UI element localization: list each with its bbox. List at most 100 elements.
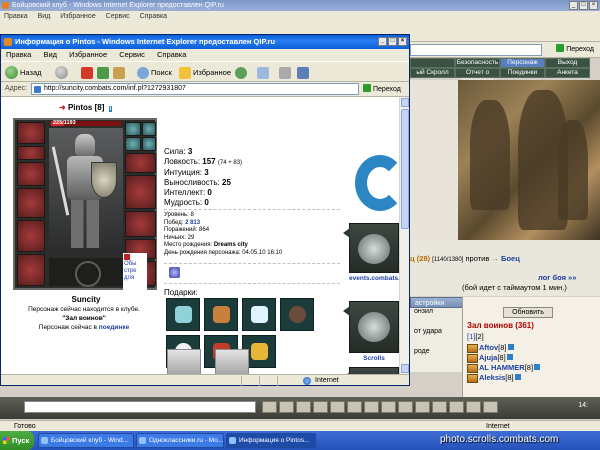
ring-slot[interactable] — [142, 137, 156, 151]
search-button[interactable]: Поиск — [137, 65, 172, 80]
print-button[interactable] — [279, 65, 291, 80]
tab-scroll[interactable]: ый Скролл — [410, 68, 455, 78]
list-item[interactable]: Ajuja[8] — [467, 353, 540, 363]
menu-tools[interactable]: Сервис — [106, 13, 130, 20]
action-icon[interactable] — [466, 401, 481, 413]
list-item[interactable]: Aleksis[8] — [467, 373, 540, 383]
maximize-button[interactable]: □ — [579, 1, 588, 10]
shield-slot[interactable] — [125, 175, 156, 209]
necklace-slot[interactable] — [17, 162, 45, 186]
menu-edit[interactable]: Правка — [6, 50, 31, 59]
banner[interactable] — [343, 367, 399, 374]
page-2-link[interactable]: [2] — [475, 332, 483, 341]
taskbar-item-odnoklassniki[interactable]: Одноклассники.ru - Мо... — [136, 433, 224, 448]
earring-slot[interactable] — [17, 146, 45, 160]
ring-slot[interactable] — [125, 122, 141, 136]
edit-button[interactable] — [297, 65, 309, 80]
address-input[interactable]: http://suncity.combats.com/inf.pl?127293… — [31, 83, 359, 95]
menu-favorites[interactable]: Избранное — [69, 50, 107, 59]
chat-input[interactable] — [24, 401, 256, 413]
info-icon[interactable] — [506, 354, 513, 360]
taskbar-item-fight-club[interactable]: Бойцовский клуб - Wind... — [38, 433, 134, 448]
action-icon[interactable] — [330, 401, 345, 413]
mail-button[interactable] — [257, 65, 269, 80]
tab-security[interactable]: Безопасность — [455, 58, 500, 68]
go-button[interactable]: Переход — [363, 84, 401, 93]
scrolls-banner[interactable] — [343, 301, 399, 353]
maximize-button[interactable]: □ — [388, 37, 397, 46]
tab-blank[interactable] — [410, 58, 455, 68]
info-icon[interactable] — [534, 364, 541, 370]
info-icon[interactable] — [514, 374, 521, 380]
ring-slot[interactable] — [142, 122, 156, 136]
tab-profile[interactable]: Анкета — [545, 68, 590, 78]
vertical-scrollbar[interactable] — [399, 97, 409, 374]
close-button[interactable]: × — [589, 1, 598, 10]
list-item[interactable]: Aftov[8] — [467, 343, 540, 353]
tab-character[interactable]: Персонаж — [500, 58, 545, 68]
action-icon[interactable] — [364, 401, 379, 413]
armor-slot[interactable] — [17, 220, 45, 252]
favorites-button[interactable]: Избранное — [179, 65, 231, 80]
badge-item[interactable] — [215, 349, 249, 374]
action-icon[interactable] — [262, 401, 277, 413]
gift-item[interactable] — [166, 298, 200, 331]
info-icon[interactable]: i — [108, 106, 113, 112]
gift-item[interactable] — [242, 298, 276, 331]
belt-slot[interactable] — [17, 254, 45, 286]
stop-button[interactable] — [81, 65, 93, 80]
events-banner[interactable] — [343, 223, 399, 273]
minimize-button[interactable]: _ — [378, 37, 387, 46]
action-icon[interactable] — [279, 401, 294, 413]
gift-item[interactable] — [204, 298, 238, 331]
menu-view[interactable]: Вид — [43, 50, 57, 59]
fight-link[interactable]: поединке — [99, 324, 129, 331]
background-go-button[interactable]: Переход — [556, 44, 594, 53]
opponent-link[interactable]: Боец — [501, 254, 520, 263]
taskbar-item-pintos-info[interactable]: Информация о Pintos... — [226, 433, 316, 448]
action-icon[interactable] — [432, 401, 447, 413]
tab-exit[interactable]: Выход — [545, 58, 590, 68]
background-address-input[interactable] — [410, 44, 542, 56]
forward-button[interactable] — [55, 65, 68, 80]
action-icon[interactable] — [415, 401, 430, 413]
menu-tools[interactable]: Сервис — [119, 50, 145, 59]
ring-slot[interactable] — [125, 137, 141, 151]
menu-view[interactable]: Вид — [38, 13, 51, 20]
gloves-slot[interactable] — [125, 153, 156, 173]
history-button[interactable] — [235, 65, 247, 80]
action-icon[interactable] — [313, 401, 328, 413]
menu-help[interactable]: Справка — [140, 13, 167, 20]
menu-help[interactable]: Справка — [157, 50, 186, 59]
combats-logo[interactable] — [355, 149, 399, 219]
action-icon[interactable] — [449, 401, 464, 413]
action-icon[interactable] — [381, 401, 396, 413]
action-icon[interactable] — [398, 401, 413, 413]
refresh-button[interactable] — [97, 65, 109, 80]
close-button[interactable]: × — [398, 37, 407, 46]
home-button[interactable] — [113, 65, 125, 80]
menu-favorites[interactable]: Избранное — [60, 13, 95, 20]
action-icon[interactable] — [347, 401, 362, 413]
info-icon[interactable] — [507, 344, 514, 350]
scroll-thumb[interactable] — [401, 109, 409, 229]
action-icon[interactable] — [483, 401, 498, 413]
scroll-up-button[interactable] — [401, 98, 409, 107]
tab-fights[interactable]: Поединки — [500, 68, 545, 78]
tab-transfer-report[interactable]: Отчет о переводах — [455, 68, 500, 84]
badge-item[interactable] — [167, 349, 201, 374]
team-count[interactable]: ц (28) — [410, 254, 430, 263]
scroll-down-button[interactable] — [401, 364, 409, 373]
events-link[interactable]: events.combats. — [349, 275, 399, 282]
alignment-icon[interactable] — [169, 267, 180, 278]
weapon-slot[interactable] — [17, 188, 45, 218]
battle-log-link[interactable]: лог боя »» — [538, 273, 576, 282]
list-item[interactable]: AL HAMMER[8] — [467, 363, 541, 373]
start-button[interactable]: Пуск — [0, 431, 34, 450]
menu-edit[interactable]: Правка — [4, 13, 28, 20]
refresh-button[interactable]: Обновить — [503, 307, 553, 318]
back-button[interactable]: Назад — [5, 65, 42, 80]
helmet-slot[interactable] — [17, 122, 45, 144]
gift-item[interactable] — [280, 298, 314, 331]
action-icon[interactable] — [296, 401, 311, 413]
